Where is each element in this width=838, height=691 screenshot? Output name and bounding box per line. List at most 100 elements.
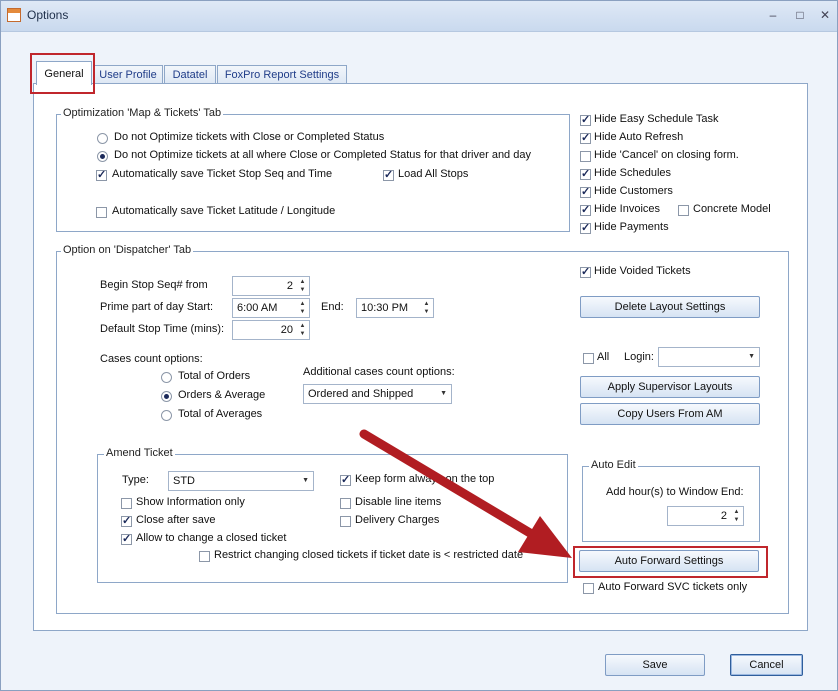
additional-cases-value: Ordered and Shipped [308,388,414,400]
auto-save-seq-checkbox[interactable] [96,168,107,182]
hide-schedules-label: Hide Schedules [594,167,672,179]
all-checkbox[interactable] [583,353,594,364]
add-hours-spin-icon[interactable]: ▲ ▼ [731,508,742,524]
begin-stop-spin-icon[interactable]: ▲ ▼ [297,278,308,294]
save-button[interactable]: Save [605,654,705,676]
concrete-model-label: Concrete Model [693,203,771,215]
optimize-closed-radio[interactable] [97,133,108,144]
prime-start-input[interactable]: 6:00 AM ▲ ▼ [232,298,310,318]
keep-on-top-label: Keep form always on the top [355,473,495,485]
auto-forward-svc-label: Auto Forward SVC tickets only [598,581,748,593]
tab-user-profile[interactable]: User Profile [93,65,163,84]
hide-customers-checkbox[interactable] [580,185,591,199]
additional-cases-label: Additional cases count options: [303,366,455,378]
case-total-orders-radio[interactable] [161,372,172,383]
delivery-charges-label: Delivery Charges [355,514,440,526]
begin-stop-input[interactable]: 2 ▲ ▼ [232,276,310,296]
copy-users-button[interactable]: Copy Users From AM [580,403,760,425]
hide-voided-checkbox[interactable] [580,265,591,279]
prime-end-spin-icon[interactable]: ▲ ▼ [421,300,432,316]
add-hours-label: Add hour(s) to Window End: [606,486,744,498]
type-select[interactable]: STD ▼ [168,471,314,491]
disable-line-items-label: Disable line items [355,496,442,508]
hide-auto-refresh-checkbox[interactable] [580,131,591,145]
restrict-changing-checkbox[interactable] [199,551,210,562]
auto-forward-svc-checkbox[interactable] [583,583,594,594]
prime-end-label: End: [321,301,344,313]
prime-start-spin-icon[interactable]: ▲ ▼ [297,300,308,316]
hide-customers-label: Hide Customers [594,185,673,197]
default-stop-spin-icon[interactable]: ▲ ▼ [297,322,308,338]
login-select[interactable]: ▼ [658,347,760,367]
cancel-button[interactable]: Cancel [730,654,803,676]
dispatcher-group-title: Option on 'Dispatcher' Tab [61,244,194,256]
hide-payments-checkbox[interactable] [580,221,591,235]
hide-invoices-label: Hide Invoices [594,203,661,215]
show-info-only-checkbox[interactable] [121,498,132,509]
amend-ticket-title: Amend Ticket [104,447,175,459]
case-total-averages-label: Total of Averages [178,408,263,420]
auto-edit-group [582,466,760,542]
close-after-save-label: Close after save [136,514,216,526]
chevron-down-icon: ▼ [302,477,309,484]
hide-cancel-label: Hide 'Cancel' on closing form. [594,149,739,161]
load-all-stops-checkbox[interactable] [383,168,394,182]
window-title: Options [27,8,69,22]
general-tab-highlight [30,53,95,94]
apply-supervisor-button[interactable]: Apply Supervisor Layouts [580,376,760,398]
additional-cases-select[interactable]: Ordered and Shipped ▼ [303,384,452,404]
hide-schedules-checkbox[interactable] [580,167,591,181]
delete-layout-button[interactable]: Delete Layout Settings [580,296,760,318]
type-value: STD [173,475,195,487]
default-stop-input[interactable]: 20 ▲ ▼ [232,320,310,340]
case-orders-average-radio[interactable] [161,391,172,402]
restrict-changing-label: Restrict changing closed tickets if tick… [214,549,524,561]
concrete-model-checkbox[interactable] [678,205,689,216]
default-stop-value: 20 [280,324,293,336]
case-total-orders-label: Total of Orders [178,370,251,382]
title-bar: Options – □ ✕ [1,1,837,32]
close-button[interactable]: ✕ [816,7,834,23]
auto-save-latlong-checkbox[interactable] [96,207,107,218]
prime-end-input[interactable]: 10:30 PM ▲ ▼ [356,298,434,318]
case-orders-average-label: Orders & Average [178,389,266,401]
begin-stop-label: Begin Stop Seq# from [100,279,208,291]
prime-end-value: 10:30 PM [361,302,409,314]
begin-stop-value: 2 [286,280,293,292]
auto-edit-title: Auto Edit [589,459,638,471]
tab-datatel[interactable]: Datatel [164,65,216,84]
login-label: Login: [624,351,654,363]
default-stop-label: Default Stop Time (mins): [100,323,225,335]
hide-invoices-checkbox[interactable] [580,203,591,217]
add-hours-input[interactable]: 2 ▲ ▼ [667,506,744,526]
all-label: All [597,351,610,363]
allow-change-closed-label: Allow to change a closed ticket [136,532,287,544]
type-label: Type: [122,474,149,486]
case-total-averages-radio[interactable] [161,410,172,421]
keep-on-top-checkbox[interactable] [340,473,351,487]
optimize-none-radio[interactable] [97,151,108,162]
auto-save-latlong-label: Automatically save Ticket Latitude / Lon… [112,205,336,217]
close-after-save-checkbox[interactable] [121,514,132,528]
hide-voided-label: Hide Voided Tickets [594,265,691,277]
maximize-button[interactable]: □ [791,7,809,23]
disable-line-items-checkbox[interactable] [340,498,351,509]
hide-easy-schedule-checkbox[interactable] [580,113,591,127]
optimize-closed-label: Do not Optimize tickets with Close or Co… [114,131,385,143]
allow-change-closed-checkbox[interactable] [121,532,132,546]
chevron-down-icon: ▼ [748,353,755,360]
auto-forward-settings-button[interactable]: Auto Forward Settings [579,550,759,572]
tab-foxpro-report-settings[interactable]: FoxPro Report Settings [217,65,347,84]
cases-count-label: Cases count options: [100,353,203,365]
load-all-stops-label: Load All Stops [398,168,469,180]
minimize-button[interactable]: – [764,7,782,23]
hide-easy-schedule-label: Hide Easy Schedule Task [594,113,719,125]
chevron-down-icon: ▼ [440,390,447,397]
add-hours-value: 2 [720,510,727,522]
show-info-only-label: Show Information only [136,496,245,508]
auto-save-seq-label: Automatically save Ticket Stop Seq and T… [112,168,333,180]
hide-cancel-checkbox[interactable] [580,151,591,162]
delivery-charges-checkbox[interactable] [340,516,351,527]
app-icon [7,8,21,22]
hide-auto-refresh-label: Hide Auto Refresh [594,131,684,143]
